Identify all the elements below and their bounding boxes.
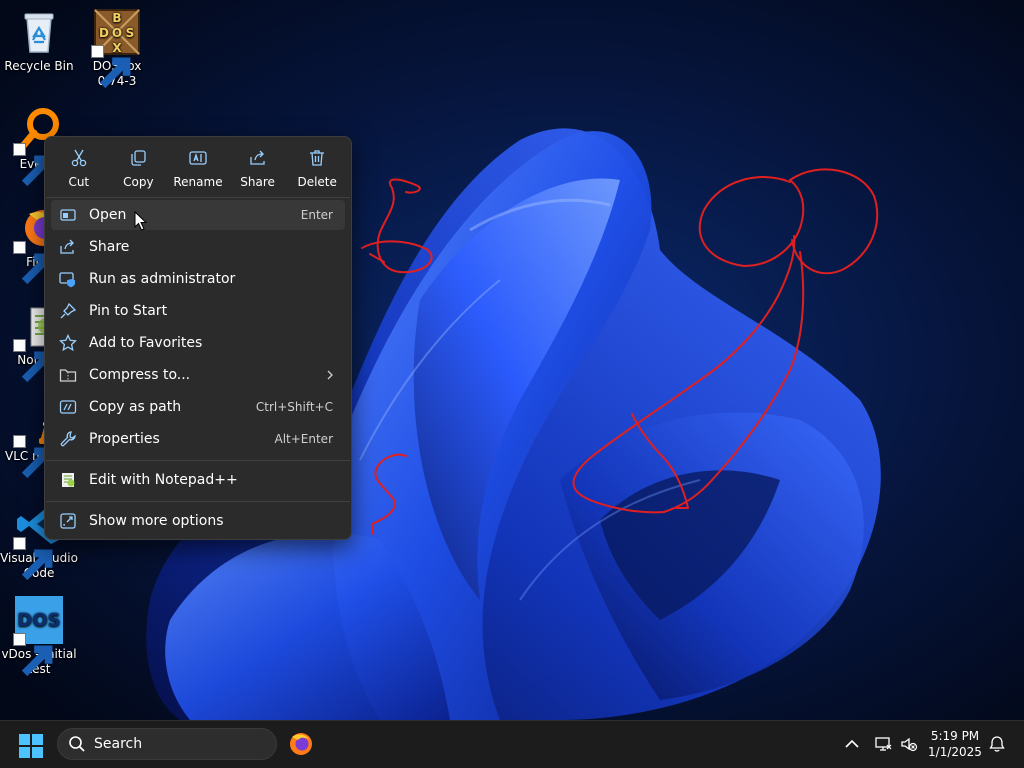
shortcut-arrow-icon [13, 339, 53, 383]
shortcut-arrow-icon [13, 633, 53, 677]
menu-item-label: Copy as path [89, 399, 182, 415]
menu-item-show-more-options[interactable]: Show more options [51, 506, 345, 536]
taskbar-clock[interactable]: 5:19 PM 1/1/2025 [920, 728, 990, 760]
windows-start-icon[interactable] [18, 733, 44, 759]
menu-item-compress-to[interactable]: Compress to... [51, 360, 345, 390]
shortcut-arrow-icon [91, 45, 131, 89]
cut-button[interactable]: Cut [49, 143, 109, 195]
menu-item-open[interactable]: Open Enter [51, 200, 345, 230]
shortcut-arrow-icon [13, 537, 53, 581]
context-menu-quick-actions: Cut Copy Rename Share Delete [49, 143, 347, 195]
cut-label: Cut [68, 175, 90, 189]
search-icon [69, 736, 85, 752]
scissors-icon [71, 149, 87, 167]
dosbox-letter: B [112, 11, 121, 25]
more-options-icon [59, 512, 77, 530]
dosbox-letter: D [99, 26, 109, 40]
shortcut-arrow-icon [13, 435, 53, 479]
copy-icon [131, 150, 147, 166]
rename-icon [189, 151, 207, 165]
network-icon[interactable] [874, 735, 892, 753]
delete-label: Delete [297, 175, 337, 189]
firefox-taskbar-icon[interactable] [288, 731, 314, 757]
delete-button[interactable]: Delete [287, 143, 347, 195]
search-label: Search [94, 736, 143, 752]
copy-path-icon [59, 398, 77, 416]
menu-item-edit-with-notepad-plus[interactable]: Edit with Notepad++ [51, 465, 345, 495]
menu-item-label: Share [89, 239, 130, 255]
zip-folder-icon [59, 366, 77, 384]
taskbar: Search 5:19 PM 1/1/2025 [0, 720, 1024, 768]
share-quick-button[interactable]: Share [228, 143, 288, 195]
desktop-icon-recycle-bin[interactable]: Recycle Bin [0, 8, 78, 74]
share-icon [249, 150, 265, 165]
menu-item-label: Compress to... [89, 367, 191, 383]
menu-item-run-as-admin[interactable]: Run as administrator [51, 264, 345, 294]
clock-time: 5:19 PM [930, 729, 980, 743]
menu-item-label: Run as administrator [89, 271, 236, 287]
menu-item-label: Show more options [89, 513, 224, 529]
wrench-icon [59, 430, 77, 448]
share-label: Share [240, 175, 275, 189]
menu-item-properties[interactable]: Properties Alt+Enter [51, 424, 345, 454]
clock-date: 1/1/2025 [928, 745, 982, 759]
taskbar-search-box[interactable]: Search [57, 728, 277, 760]
volume-muted-icon[interactable] [900, 735, 918, 753]
menu-item-share[interactable]: Share [51, 232, 345, 262]
open-window-icon [59, 206, 77, 224]
menu-item-label: Edit with Notepad++ [89, 472, 238, 488]
context-menu: Cut Copy Rename Share Delete Open Enter … [44, 136, 352, 540]
notification-bell-icon[interactable] [988, 735, 1006, 753]
menu-item-shortcut: Enter [300, 208, 333, 222]
menu-item-shortcut: Ctrl+Shift+C [255, 400, 333, 414]
notepad-plus-icon [59, 471, 77, 489]
menu-item-label: Properties [89, 431, 160, 447]
chevron-right-icon [327, 370, 333, 380]
menu-item-pin-to-start[interactable]: Pin to Start [51, 296, 345, 326]
menu-separator [46, 460, 350, 461]
share-icon [59, 238, 77, 256]
pin-icon [59, 302, 77, 320]
menu-separator [46, 197, 350, 198]
run-as-admin-shield-icon [59, 270, 77, 288]
trash-icon [310, 150, 325, 166]
menu-item-shortcut: Alt+Enter [274, 432, 333, 446]
rename-label: Rename [173, 175, 223, 189]
dosbox-letter: S [126, 26, 135, 40]
menu-separator [46, 501, 350, 502]
dosbox-letter: O [112, 26, 122, 40]
menu-item-add-to-favorites[interactable]: Add to Favorites [51, 328, 345, 358]
shortcut-arrow-icon [13, 143, 53, 187]
recycle-bin-icon [24, 13, 54, 53]
desktop-icon-label: Recycle Bin [4, 59, 74, 73]
shortcut-arrow-icon [13, 241, 53, 285]
copy-label: Copy [123, 175, 154, 189]
chevron-up-icon[interactable] [843, 735, 861, 753]
menu-item-label: Pin to Start [89, 303, 168, 319]
rename-button[interactable]: Rename [168, 143, 228, 195]
mouse-cursor-icon [134, 211, 148, 231]
menu-item-label: Add to Favorites [89, 335, 203, 351]
vdos-logo-text: DOS [17, 610, 60, 631]
copy-button[interactable]: Copy [109, 143, 169, 195]
menu-item-copy-as-path[interactable]: Copy as path Ctrl+Shift+C [51, 392, 345, 422]
star-icon [59, 333, 77, 352]
desktop-icon-dosbox[interactable]: B D O S X DOSBox 0.74-3 [78, 8, 156, 89]
desktop-icon-vdos[interactable]: DOS vDos - Initial test [0, 596, 78, 677]
menu-item-label: Open [89, 207, 127, 223]
